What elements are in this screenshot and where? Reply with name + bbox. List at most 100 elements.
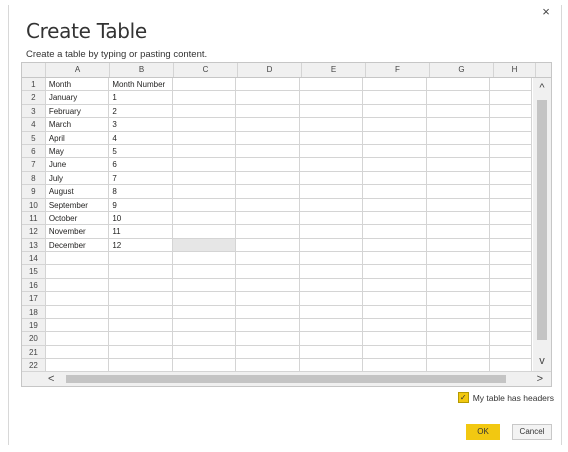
row-number[interactable]: 19 [22, 319, 46, 333]
scroll-left-icon[interactable]: < [48, 372, 54, 386]
empty-cell[interactable] [363, 118, 427, 132]
cell-b[interactable]: 2 [109, 104, 173, 119]
row-number[interactable]: 4 [22, 118, 46, 132]
empty-cell[interactable] [426, 292, 491, 306]
column-header-a[interactable]: A [46, 63, 110, 77]
empty-cell[interactable] [363, 91, 427, 105]
empty-cell[interactable] [363, 292, 427, 306]
row-number[interactable]: 15 [22, 265, 46, 279]
empty-cell[interactable] [299, 131, 364, 145]
cancel-button[interactable]: Cancel [512, 424, 552, 440]
empty-cell[interactable] [363, 345, 427, 360]
empty-cell[interactable] [236, 238, 300, 253]
cell-a[interactable] [45, 319, 110, 333]
cell-b[interactable] [109, 345, 173, 360]
empty-cell[interactable] [172, 104, 237, 119]
row-number[interactable]: 21 [22, 345, 46, 360]
empty-cell[interactable] [172, 118, 237, 132]
empty-cell[interactable] [363, 104, 427, 119]
row-number[interactable]: 7 [22, 158, 46, 172]
empty-cell[interactable] [426, 118, 491, 132]
empty-cell[interactable] [363, 252, 427, 266]
empty-cell[interactable] [490, 171, 532, 186]
empty-cell[interactable] [236, 171, 300, 186]
empty-cell[interactable] [426, 158, 491, 172]
empty-cell[interactable] [299, 198, 364, 212]
empty-cell[interactable] [490, 332, 532, 346]
empty-cell[interactable] [299, 185, 364, 199]
cell-b[interactable] [109, 332, 173, 346]
empty-cell[interactable] [363, 319, 427, 333]
cell-b[interactable] [109, 265, 173, 279]
empty-cell[interactable] [490, 91, 532, 105]
empty-cell[interactable] [426, 131, 491, 145]
empty-cell[interactable] [172, 345, 237, 360]
empty-cell[interactable] [299, 104, 364, 119]
empty-cell[interactable] [426, 104, 491, 119]
cell-b[interactable]: 10 [109, 211, 173, 226]
cell-b[interactable]: 9 [109, 198, 173, 212]
empty-cell[interactable] [490, 252, 532, 266]
empty-cell[interactable] [363, 225, 427, 239]
row-number[interactable]: 13 [22, 238, 46, 253]
empty-cell[interactable] [426, 332, 491, 346]
empty-cell[interactable] [236, 211, 300, 226]
cell-a[interactable] [45, 305, 110, 320]
row-number[interactable]: 12 [22, 225, 46, 239]
empty-cell[interactable] [363, 198, 427, 212]
empty-cell[interactable] [172, 265, 237, 279]
row-number[interactable]: 17 [22, 292, 46, 306]
cell-a[interactable]: August [45, 185, 110, 199]
empty-cell[interactable] [236, 198, 300, 212]
empty-cell[interactable] [490, 198, 532, 212]
empty-cell[interactable] [490, 225, 532, 239]
column-header-c[interactable]: C [174, 63, 238, 77]
empty-cell[interactable] [490, 278, 532, 293]
empty-cell[interactable] [490, 211, 532, 226]
cell-a[interactable] [45, 332, 110, 346]
empty-cell[interactable] [299, 171, 364, 186]
empty-cell[interactable] [426, 238, 491, 253]
empty-cell[interactable] [363, 144, 427, 159]
cell-b[interactable] [109, 292, 173, 306]
empty-cell[interactable] [299, 319, 364, 333]
cell-b[interactable] [109, 305, 173, 320]
empty-cell[interactable] [299, 265, 364, 279]
empty-cell[interactable] [172, 319, 237, 333]
empty-cell[interactable] [299, 278, 364, 293]
empty-cell[interactable] [236, 158, 300, 172]
empty-cell[interactable] [299, 144, 364, 159]
empty-cell[interactable] [426, 319, 491, 333]
scroll-down-icon[interactable]: v [533, 355, 551, 367]
empty-cell[interactable] [426, 252, 491, 266]
empty-cell[interactable] [172, 158, 237, 172]
cell-a[interactable] [45, 292, 110, 306]
empty-cell[interactable] [490, 158, 532, 172]
cell-b[interactable]: 12 [109, 238, 173, 253]
row-number[interactable]: 5 [22, 131, 46, 145]
cell-b[interactable] [109, 252, 173, 266]
row-number[interactable]: 10 [22, 198, 46, 212]
scroll-right-icon[interactable]: > [537, 372, 543, 386]
empty-cell[interactable] [299, 225, 364, 239]
cell-a[interactable]: December [45, 238, 110, 253]
cell-b[interactable]: 8 [109, 185, 173, 199]
empty-cell[interactable] [236, 305, 300, 320]
empty-cell[interactable] [490, 345, 532, 360]
empty-cell[interactable] [172, 252, 237, 266]
cell-a[interactable] [45, 265, 110, 279]
empty-cell[interactable] [172, 144, 237, 159]
empty-cell[interactable] [490, 104, 532, 119]
empty-cell[interactable] [363, 265, 427, 279]
empty-cell[interactable] [236, 265, 300, 279]
empty-cell[interactable] [172, 131, 237, 145]
empty-cell[interactable] [363, 278, 427, 293]
cell-b[interactable] [109, 278, 173, 293]
empty-cell[interactable] [490, 305, 532, 320]
empty-cell[interactable] [172, 171, 237, 186]
grid-body[interactable]: 1 Month Month Number 2 January 1 3 February 2 4 Ma… [22, 78, 532, 373]
empty-cell[interactable] [363, 305, 427, 320]
empty-cell[interactable] [236, 345, 300, 360]
empty-cell[interactable] [363, 78, 427, 92]
scroll-up-icon[interactable]: ^ [533, 82, 551, 94]
